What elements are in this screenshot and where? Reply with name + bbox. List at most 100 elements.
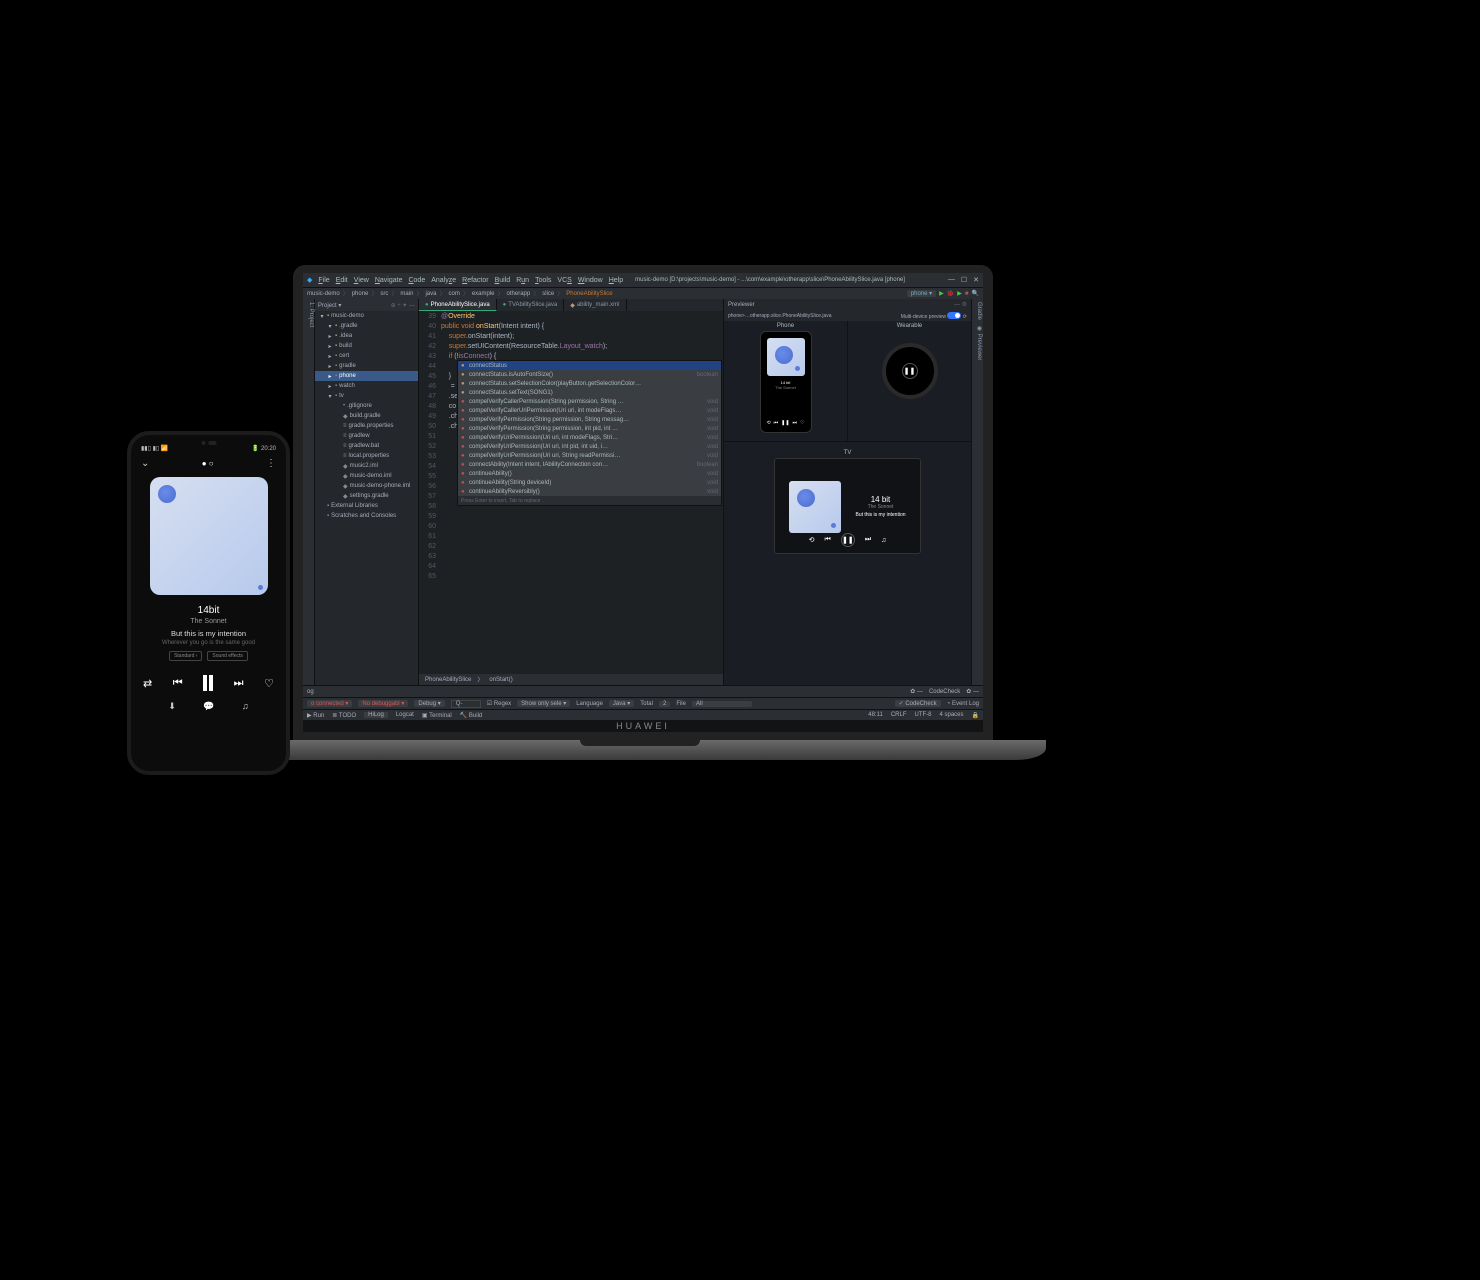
tree-item[interactable]: ▸▪gradle	[315, 361, 418, 371]
player-mode[interactable]: ● ○	[202, 459, 214, 468]
quality-tag[interactable]: Standard ›	[169, 651, 202, 661]
menu-analyze[interactable]: Analyze	[431, 277, 456, 284]
autocomplete-popup[interactable]: ●connectStatus●connectStatus.isAutoFontS…	[457, 360, 722, 506]
code-editor[interactable]: 3940414243444546474849505152535455565758…	[419, 311, 723, 674]
menu-refactor[interactable]: Refactor	[462, 277, 488, 284]
tree-item[interactable]: ≡local.properties	[315, 451, 418, 461]
pause-button[interactable]	[203, 675, 213, 691]
logcat-tab[interactable]: Logcat	[396, 712, 414, 718]
menu-run[interactable]: Run	[516, 277, 529, 284]
like-button[interactable]: ♡	[264, 677, 274, 690]
right-tool-tabs[interactable]: Gradle ◉ Previewer	[971, 299, 983, 685]
tab-ability-main[interactable]: ◆ability_main.xml	[564, 299, 626, 311]
crumb[interactable]: java	[425, 291, 436, 297]
indent[interactable]: 4 spaces	[940, 712, 964, 719]
effects-tag[interactable]: Sound effects	[207, 651, 248, 661]
tree-item[interactable]: ◆music2.iml	[315, 461, 418, 471]
crumb[interactable]: otherapp	[507, 291, 531, 297]
prev-button[interactable]: ⏮	[173, 677, 183, 690]
maximize-button[interactable]: ☐	[961, 276, 967, 284]
album-art[interactable]	[150, 477, 268, 595]
menu-help[interactable]: Help	[609, 277, 623, 284]
tree-item[interactable]: ▸▪build	[315, 341, 418, 351]
multi-device-toggle[interactable]	[947, 312, 961, 319]
project-view-selector[interactable]: Project ▾	[318, 302, 341, 309]
device-selector[interactable]: o connected ▾	[307, 700, 352, 707]
encoding[interactable]: UTF-8	[915, 712, 932, 719]
editor-tabs: ●PhoneAbilitySlice.java ●TVAbilitySlice.…	[419, 299, 723, 311]
tree-item[interactable]: ≡gradlew	[315, 431, 418, 441]
tree-item[interactable]: •.gitignore	[315, 401, 418, 411]
tree-item[interactable]: ≡gradlew.bat	[315, 441, 418, 451]
run-tab[interactable]: ▶ Run	[307, 712, 324, 719]
download-button[interactable]: ⬇	[168, 701, 176, 712]
tree-item[interactable]: ▸▪phone	[315, 371, 418, 381]
search-input[interactable]: Q-	[451, 700, 481, 708]
tree-item[interactable]: ≡gradle.properties	[315, 421, 418, 431]
crumb[interactable]: com	[448, 291, 459, 297]
loglevel-selector[interactable]: Debug ▾	[414, 700, 444, 707]
search-icon[interactable]: 🔍	[972, 290, 979, 297]
stop-button[interactable]: ■	[965, 291, 969, 297]
crumb-current[interactable]: PhoneAbilitySlice	[566, 291, 612, 297]
todo-tab[interactable]: ≣ TODO	[332, 712, 356, 719]
menu-window[interactable]: Window	[578, 277, 603, 284]
crumb[interactable]: slice	[542, 291, 554, 297]
preview-phone[interactable]: Phone 14 bit The Sonnet ⟲⏮❚❚⏭♡	[724, 321, 847, 441]
tree-item[interactable]: ▪External Libraries	[315, 501, 418, 511]
terminal-tab[interactable]: ▣ Terminal	[422, 712, 452, 719]
lock-icon[interactable]: 🔒	[972, 712, 979, 719]
tree-item[interactable]: ▸▪.idea	[315, 331, 418, 341]
run-button[interactable]: ▶	[939, 290, 944, 297]
menu-navigate[interactable]: Navigate	[375, 277, 403, 284]
debug-button[interactable]: 🐞	[947, 290, 954, 297]
tree-item[interactable]: ▸▪cert	[315, 351, 418, 361]
menu-file[interactable]: File	[318, 277, 329, 284]
crumb[interactable]: src	[380, 291, 388, 297]
tree-item[interactable]: ◆music-demo.iml	[315, 471, 418, 481]
crumb[interactable]: example	[472, 291, 495, 297]
minimize-button[interactable]: —	[948, 276, 955, 284]
crumb[interactable]: music-demo	[307, 291, 340, 297]
build-tab[interactable]: 🔨 Build	[460, 712, 482, 719]
tree-item[interactable]: ▸▪watch	[315, 381, 418, 391]
preview-wearable[interactable]: Wearable ❚❚	[848, 321, 971, 441]
comment-button[interactable]: 💬	[203, 701, 214, 712]
preview-tv[interactable]: TV 14 bit The Sonnet But this is my inte…	[724, 442, 971, 685]
tree-item[interactable]: ◆music-demo-phone.iml	[315, 481, 418, 491]
tree-item[interactable]: ▪Scratches and Consoles	[315, 511, 418, 521]
tab-phone-ability[interactable]: ●PhoneAbilitySlice.java	[419, 299, 497, 311]
tree-item[interactable]: ◆build.gradle	[315, 411, 418, 421]
crumb[interactable]: phone	[352, 291, 369, 297]
tree-item[interactable]: ▾▪.gradle	[315, 321, 418, 331]
playlist-button[interactable]: ♫	[242, 701, 249, 712]
refresh-icon[interactable]: ⟳	[963, 314, 967, 320]
shuffle-button[interactable]: ⇄	[143, 677, 152, 690]
eventlog-button[interactable]: ◔ Event Log	[947, 701, 979, 707]
codecheck-button[interactable]: ✓ CodeCheck	[895, 700, 941, 707]
tree-item[interactable]: ▾▪tv	[315, 391, 418, 401]
menu-build[interactable]: Build	[495, 277, 511, 284]
menu-edit[interactable]: Edit	[336, 277, 348, 284]
process-selector[interactable]: No debuggabl ▾	[358, 700, 408, 707]
menu-view[interactable]: View	[354, 277, 369, 284]
tree-item[interactable]: ▾▪music-demo	[315, 311, 418, 321]
tree-item[interactable]: ◆settings.gradle	[315, 491, 418, 501]
cursor-pos[interactable]: 48:11	[868, 712, 883, 719]
crumb[interactable]: main	[400, 291, 413, 297]
menu-tools[interactable]: Tools	[535, 277, 551, 284]
more-button[interactable]: ⋮	[266, 458, 276, 469]
project-tool-tab[interactable]: 1: Project	[303, 299, 315, 685]
menu-vcs[interactable]: VCS	[557, 277, 571, 284]
tab-tv-ability[interactable]: ●TVAbilitySlice.java	[497, 299, 565, 311]
run-config-selector[interactable]: phone ▾	[907, 290, 936, 297]
back-button[interactable]: ⌄	[141, 458, 149, 469]
line-ending[interactable]: CRLF	[891, 712, 907, 719]
coverage-button[interactable]: ▶	[957, 290, 962, 297]
close-button[interactable]: ✕	[973, 276, 979, 284]
next-button[interactable]: ⏭	[234, 677, 244, 690]
hilog-tab[interactable]: HiLog	[364, 712, 388, 718]
menu-code[interactable]: Code	[408, 277, 425, 284]
song-title: 14bit	[141, 605, 276, 616]
song-artist[interactable]: The Sonnet	[141, 618, 276, 625]
